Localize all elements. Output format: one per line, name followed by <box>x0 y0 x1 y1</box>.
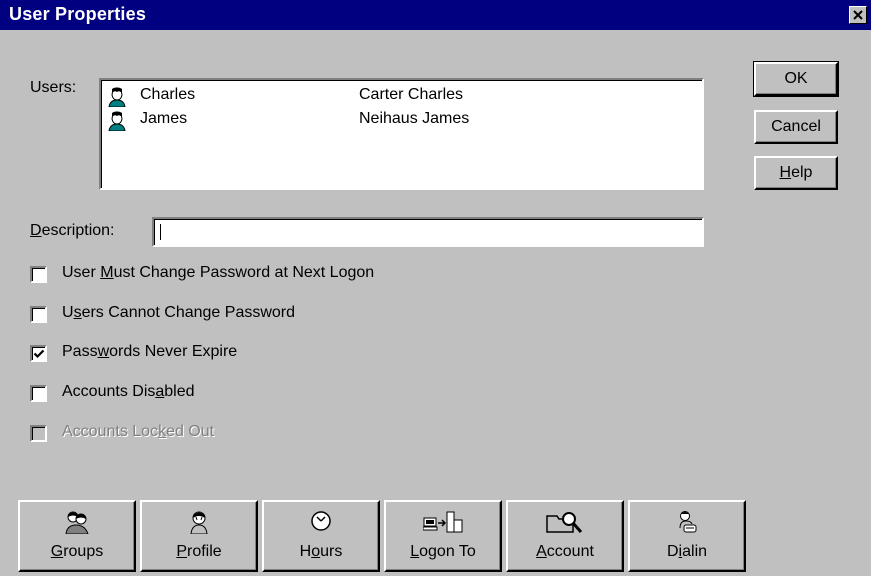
hours-button[interactable]: Hours <box>262 500 380 572</box>
groups-button[interactable]: Groups <box>18 500 136 572</box>
close-button[interactable] <box>849 6 867 24</box>
user-name: James <box>140 110 188 127</box>
description-field[interactable] <box>152 217 704 247</box>
checkbox-label: Accounts Disabled <box>62 383 195 400</box>
account-locked-out-checkbox: Accounts Locked Out <box>30 423 530 445</box>
account-button[interactable]: Account <box>506 500 624 572</box>
description-label: Description: <box>30 222 115 239</box>
user-icon <box>108 87 126 107</box>
ok-button[interactable]: OK <box>753 61 839 97</box>
help-button-label: Help <box>779 164 813 181</box>
list-item[interactable]: James Neihaus James <box>107 110 697 132</box>
text-caret <box>160 224 161 240</box>
groups-button-label: Groups <box>50 543 104 560</box>
logon-to-button-label: Logon To <box>410 543 476 560</box>
checkbox-box[interactable] <box>30 345 47 362</box>
checkbox-label: User Must Change Password at Next Logon <box>62 264 375 281</box>
checkmark-icon <box>33 349 45 359</box>
logon-to-icon <box>423 511 463 533</box>
account-button-label: Account <box>536 543 594 560</box>
cannot-change-password-checkbox[interactable]: Users Cannot Change Password <box>30 304 530 326</box>
groups-icon <box>65 511 89 534</box>
profile-icon <box>190 511 208 534</box>
account-disabled-checkbox[interactable]: Accounts Disabled <box>30 383 530 405</box>
hours-button-label: Hours <box>299 543 343 560</box>
profile-button[interactable]: Profile <box>140 500 258 572</box>
checkbox-label: Accounts Locked Out <box>62 423 215 440</box>
logon-to-button[interactable]: Logon To <box>384 500 502 572</box>
user-name: Charles <box>140 86 196 103</box>
help-button[interactable]: Help <box>754 156 838 190</box>
dialin-icon <box>679 511 697 533</box>
must-change-password-checkbox[interactable]: User Must Change Password at Next Logon <box>30 264 530 286</box>
dialin-button-label: Dialin <box>666 543 708 560</box>
cancel-button-label: Cancel <box>771 118 821 135</box>
close-icon <box>853 10 863 20</box>
checkbox-box <box>30 425 47 442</box>
window-title: User Properties <box>9 4 147 24</box>
cancel-button[interactable]: Cancel <box>754 110 838 144</box>
user-full-name: Neihaus James <box>359 110 470 127</box>
account-icon <box>546 512 583 533</box>
checkbox-box[interactable] <box>30 306 47 323</box>
checkbox-label: Users Cannot Change Password <box>62 304 296 321</box>
password-never-expires-checkbox[interactable]: Passwords Never Expire <box>30 343 530 365</box>
user-full-name: Carter Charles <box>359 86 464 103</box>
list-item[interactable]: Charles Carter Charles <box>107 86 697 108</box>
clock-icon <box>311 511 331 531</box>
checkbox-label: Passwords Never Expire <box>62 343 238 360</box>
users-label: Users: <box>30 79 77 96</box>
dialin-button[interactable]: Dialin <box>628 500 746 572</box>
title-bar: User Properties <box>0 0 871 30</box>
checkbox-box[interactable] <box>30 266 47 283</box>
users-list[interactable]: Charles Carter Charles James Neihaus Jam… <box>99 78 704 190</box>
user-icon <box>108 111 126 131</box>
checkbox-box[interactable] <box>30 385 47 402</box>
profile-button-label: Profile <box>176 543 222 560</box>
ok-button-label: OK <box>784 70 808 87</box>
